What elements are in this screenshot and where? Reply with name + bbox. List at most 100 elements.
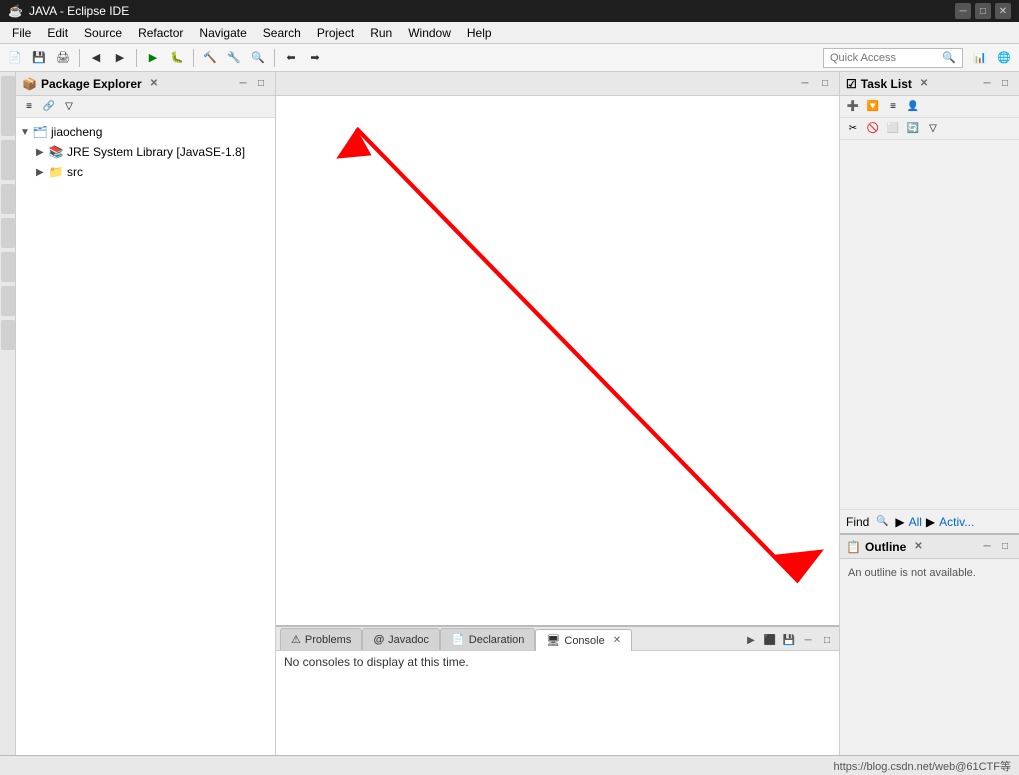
console-run-button[interactable]: ▶ bbox=[743, 632, 759, 648]
window-controls[interactable]: ─ □ ✕ bbox=[955, 3, 1011, 19]
tab-problems[interactable]: ⚠ Problems bbox=[280, 628, 362, 650]
outline-close[interactable]: ✕ bbox=[914, 541, 922, 552]
editor-header: ─ □ bbox=[276, 72, 839, 96]
outline-panel: 📋 Outline ✕ ─ □ An outline is not availa… bbox=[840, 535, 1019, 755]
task-dropdown[interactable]: ▽ bbox=[924, 120, 942, 138]
expand-arrow-jre: ▶ bbox=[36, 147, 48, 158]
close-button[interactable]: ✕ bbox=[995, 3, 1011, 19]
console-content: No consoles to display at this time. bbox=[276, 651, 839, 755]
quick-access-box[interactable]: 🔍 bbox=[823, 48, 963, 68]
console-minimize[interactable]: ─ bbox=[800, 632, 816, 648]
task-btn-c[interactable]: ⬜ bbox=[884, 120, 902, 138]
menu-run[interactable]: Run bbox=[362, 24, 400, 42]
menu-help[interactable]: Help bbox=[459, 24, 500, 42]
task-list-minimize[interactable]: ─ bbox=[979, 76, 995, 92]
search-button[interactable]: 🔍 bbox=[247, 47, 269, 69]
perspective-btn-2[interactable]: 🌐 bbox=[993, 47, 1015, 69]
editor-maximize[interactable]: □ bbox=[817, 76, 833, 92]
maximize-button[interactable]: □ bbox=[975, 3, 991, 19]
annotation-arrow bbox=[276, 96, 839, 625]
task-collapse-button[interactable]: ≡ bbox=[884, 98, 902, 116]
jre-label: JRE System Library [JavaSE-1.8] bbox=[67, 145, 245, 159]
package-explorer-title: 📦 Package Explorer ✕ bbox=[22, 77, 158, 91]
menu-navigate[interactable]: Navigate bbox=[191, 24, 254, 42]
package-explorer-icon: 📦 bbox=[22, 77, 37, 91]
next-edit-button[interactable]: ▶ bbox=[109, 47, 131, 69]
task-filter-button[interactable]: 🔽 bbox=[864, 98, 882, 116]
task-find-bar: Find 🔍 ▶ All ▶ Activ... bbox=[840, 509, 1019, 533]
menu-file[interactable]: File bbox=[4, 24, 39, 42]
editor-area: ─ □ bbox=[276, 72, 839, 625]
menu-source[interactable]: Source bbox=[76, 24, 130, 42]
task-list-title: ☑ Task List ✕ bbox=[846, 77, 928, 91]
src-label: src bbox=[67, 165, 83, 179]
filter-active[interactable]: Activ... bbox=[939, 515, 974, 529]
task-list-maximize[interactable]: □ bbox=[997, 76, 1013, 92]
left-strip-item-2 bbox=[1, 140, 15, 180]
console-save-button[interactable]: 💾 bbox=[781, 632, 797, 648]
bottom-tab-group: ⚠ Problems @ Javadoc 📄 Declaration 🖥 Con… bbox=[280, 628, 632, 650]
new-button[interactable]: 📄 bbox=[4, 47, 26, 69]
editor-minimize[interactable]: ─ bbox=[797, 76, 813, 92]
console-close[interactable]: ✕ bbox=[613, 635, 621, 646]
task-btn-a[interactable]: ✂ bbox=[844, 120, 862, 138]
task-btn-b[interactable]: 🚫 bbox=[864, 120, 882, 138]
filter-all[interactable]: All bbox=[909, 515, 922, 529]
project-tree: ▼ 🗂 jiaocheng ▶ 📚 JRE System Library [Ja… bbox=[16, 118, 275, 755]
console-stop-button[interactable]: ⬛ bbox=[762, 632, 778, 648]
save-button[interactable]: 💾 bbox=[28, 47, 50, 69]
task-list-controls: ─ □ bbox=[979, 76, 1013, 92]
menu-project[interactable]: Project bbox=[309, 24, 362, 42]
prev-edit-button[interactable]: ◀ bbox=[85, 47, 107, 69]
tree-item-jiaocheng[interactable]: ▼ 🗂 jiaocheng bbox=[16, 122, 275, 142]
debug-button[interactable]: 🐛 bbox=[166, 47, 188, 69]
tab-console[interactable]: 🖥 Console ✕ bbox=[535, 629, 632, 651]
tree-item-src[interactable]: ▶ 📁 src bbox=[16, 162, 275, 182]
task-list-header: ☑ Task List ✕ ─ □ bbox=[840, 72, 1019, 96]
left-strip-item-5 bbox=[1, 252, 15, 282]
build-button[interactable]: 🔨 bbox=[199, 47, 221, 69]
task-new-button[interactable]: ➕ bbox=[844, 98, 862, 116]
print-button[interactable]: 🖨 bbox=[52, 47, 74, 69]
tab-declaration[interactable]: 📄 Declaration bbox=[440, 628, 535, 650]
link-editor-button[interactable]: 🔗 bbox=[40, 98, 58, 116]
task-person-button[interactable]: 👤 bbox=[904, 98, 922, 116]
clean-button[interactable]: 🔧 bbox=[223, 47, 245, 69]
left-strip-item-6 bbox=[1, 286, 15, 316]
back-button[interactable]: ⬅ bbox=[280, 47, 302, 69]
forward-button[interactable]: ➡ bbox=[304, 47, 326, 69]
find-icon-button[interactable]: 🔍 bbox=[873, 513, 891, 531]
package-explorer-panel: 📦 Package Explorer ✕ ─ □ ≡ 🔗 ▽ ▼ 🗂 jiaoc… bbox=[16, 72, 276, 755]
problems-icon: ⚠ bbox=[291, 633, 301, 646]
maximize-panel-button[interactable]: □ bbox=[253, 76, 269, 92]
task-list-close[interactable]: ✕ bbox=[920, 78, 928, 89]
view-menu-button[interactable]: ▽ bbox=[60, 98, 78, 116]
search-icon: 🔍 bbox=[942, 51, 956, 64]
menu-search[interactable]: Search bbox=[255, 24, 309, 42]
menu-refactor[interactable]: Refactor bbox=[130, 24, 191, 42]
minimize-button[interactable]: ─ bbox=[955, 3, 971, 19]
outline-icon: 📋 bbox=[846, 540, 861, 554]
minimize-panel-button[interactable]: ─ bbox=[235, 76, 251, 92]
tab-javadoc[interactable]: @ Javadoc bbox=[362, 628, 440, 650]
separator-3 bbox=[193, 49, 194, 67]
menu-edit[interactable]: Edit bbox=[39, 24, 76, 42]
run-button[interactable]: ▶ bbox=[142, 47, 164, 69]
status-url: https://blog.csdn.net/web@61CTF等 bbox=[834, 758, 1011, 774]
left-strip-item-3 bbox=[1, 184, 15, 214]
center-column: ─ □ ⚠ bbox=[276, 72, 839, 755]
separator-2 bbox=[136, 49, 137, 67]
console-icon: 🖥 bbox=[546, 634, 560, 647]
title-bar: ☕ JAVA - Eclipse IDE ─ □ ✕ bbox=[0, 0, 1019, 22]
tree-item-jre[interactable]: ▶ 📚 JRE System Library [JavaSE-1.8] bbox=[16, 142, 275, 162]
package-explorer-close[interactable]: ✕ bbox=[150, 78, 158, 89]
collapse-all-button[interactable]: ≡ bbox=[20, 98, 38, 116]
perspective-btn-1[interactable]: 📊 bbox=[969, 47, 991, 69]
task-btn-d[interactable]: 🔄 bbox=[904, 120, 922, 138]
jre-icon: 📚 bbox=[48, 144, 64, 160]
quick-access-input[interactable] bbox=[830, 52, 942, 64]
outline-minimize[interactable]: ─ bbox=[979, 539, 995, 555]
outline-maximize[interactable]: □ bbox=[997, 539, 1013, 555]
console-maximize[interactable]: □ bbox=[819, 632, 835, 648]
menu-window[interactable]: Window bbox=[400, 24, 459, 42]
